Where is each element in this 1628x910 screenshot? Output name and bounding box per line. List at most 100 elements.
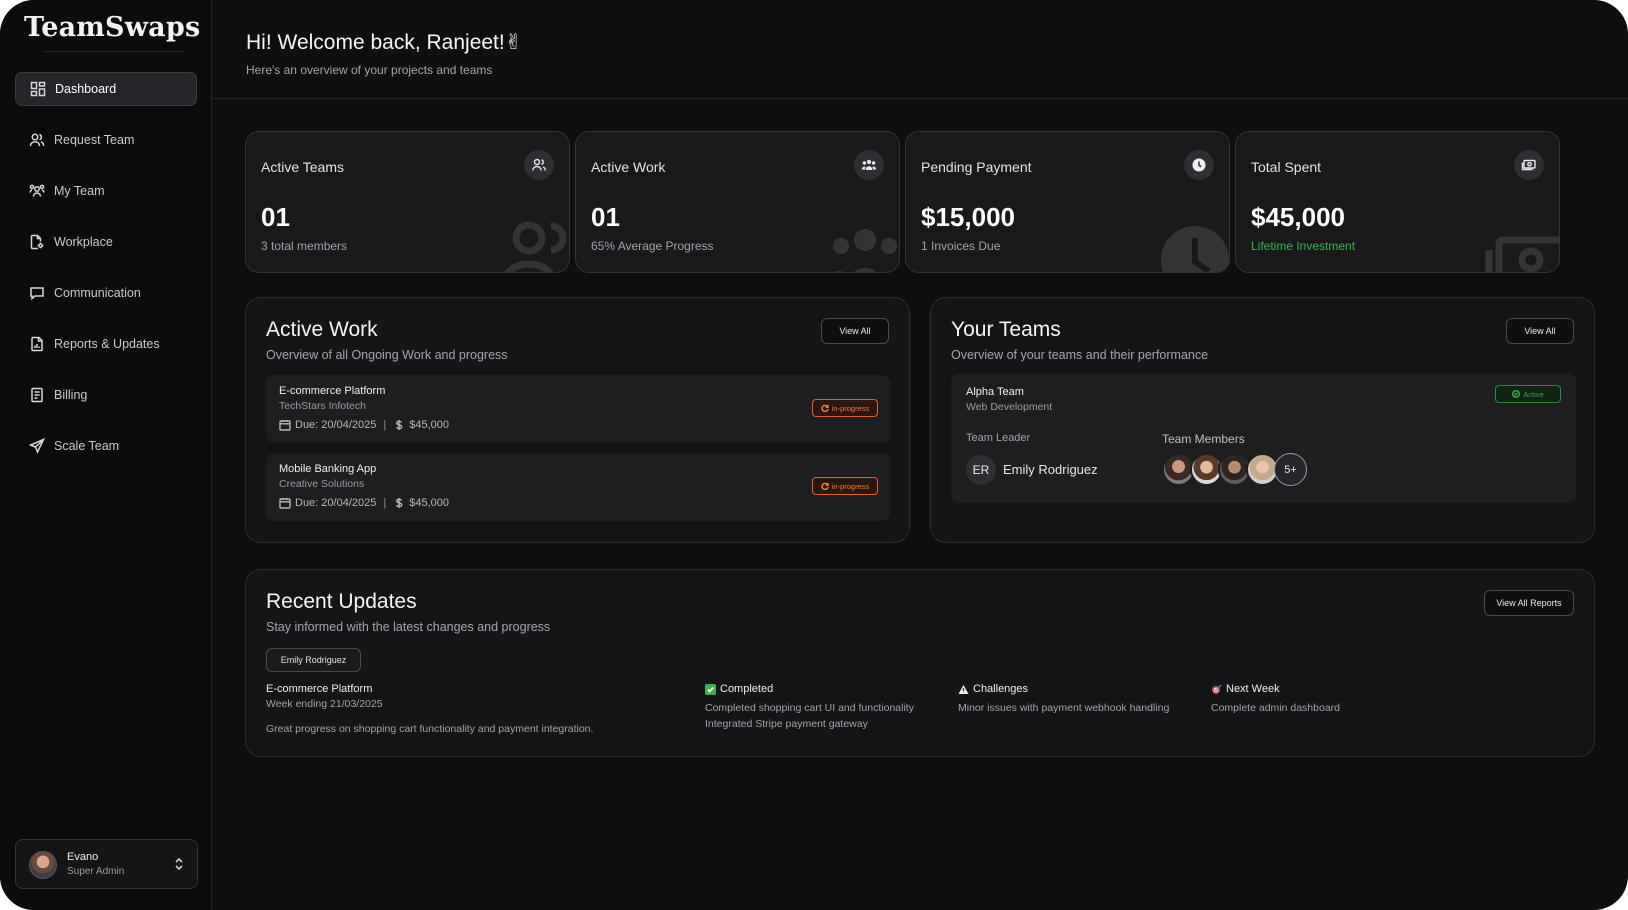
page-title: Hi! Welcome back, Ranjeet!✌ bbox=[246, 31, 523, 54]
divider: | bbox=[383, 497, 387, 509]
brand-logo[interactable]: TeamSwaps bbox=[24, 12, 200, 52]
page-subtitle: Here's an overview of your projects and … bbox=[246, 63, 493, 77]
stat-subtext: 1 Invoices Due bbox=[921, 239, 1001, 253]
view-all-button[interactable]: View All bbox=[1506, 318, 1574, 344]
amount: $45,000 bbox=[409, 419, 449, 431]
sidebar-item-label: Dashboard bbox=[55, 82, 117, 96]
view-all-button[interactable]: View All bbox=[821, 318, 889, 344]
due-date: Due: 20/04/2025 bbox=[295, 419, 377, 431]
status-badge: in-progress bbox=[812, 399, 878, 417]
sidebar-item-scale-team[interactable]: Scale Team bbox=[15, 429, 197, 463]
user-switcher[interactable]: Evano Super Admin bbox=[15, 839, 198, 889]
team-members-label: Team Members bbox=[1162, 432, 1245, 446]
sidebar-item-label: Request Team bbox=[54, 133, 135, 147]
page-header: Hi! Welcome back, Ranjeet!✌ Here's an ov… bbox=[212, 0, 1628, 99]
sidebar-item-request-team[interactable]: Request Team bbox=[15, 123, 197, 157]
recent-updates-panel: Recent Updates Stay informed with the la… bbox=[245, 569, 1595, 757]
work-name: E-commerce Platform bbox=[279, 385, 386, 397]
team-leader-name: Emily Rodriguez bbox=[1003, 462, 1098, 477]
sidebar-nav: Dashboard Request Team My Team Workplace bbox=[15, 72, 197, 480]
stat-card-total-spent: Total Spent $45,000 Lifetime Investment bbox=[1235, 131, 1560, 273]
your-teams-panel: Your Teams Overview of your teams and th… bbox=[930, 297, 1595, 543]
status-label: in-progress bbox=[831, 403, 870, 413]
sidebar-item-communication[interactable]: Communication bbox=[15, 276, 197, 310]
sidebar-item-dashboard[interactable]: Dashboard bbox=[15, 72, 197, 106]
update-project: E-commerce Platform bbox=[266, 683, 373, 695]
team-leader-label: Team Leader bbox=[966, 432, 1031, 444]
group-icon bbox=[854, 150, 884, 180]
sidebar-item-reports-updates[interactable]: Reports & Updates bbox=[15, 327, 197, 361]
list-item[interactable]: Mobile Banking App Creative Solutions Du… bbox=[266, 453, 891, 521]
stat-title: Total Spent bbox=[1251, 159, 1322, 175]
stat-value: $15,000 bbox=[921, 202, 1015, 232]
panel-subtitle: Stay informed with the latest changes an… bbox=[266, 620, 551, 634]
target-icon bbox=[1212, 684, 1222, 694]
avatar bbox=[29, 851, 57, 879]
user-name: Evano bbox=[67, 851, 99, 863]
main-content: Hi! Welcome back, Ranjeet!✌ Here's an ov… bbox=[212, 0, 1628, 910]
sidebar-item-label: Workplace bbox=[54, 235, 113, 249]
status-label: in-progress bbox=[831, 481, 870, 491]
list-item[interactable]: E-commerce Platform TechStars Infotech D… bbox=[266, 375, 891, 443]
users-icon bbox=[28, 131, 46, 149]
filter-chip[interactable]: Emily Rodriguez bbox=[266, 648, 361, 672]
check-circle-icon bbox=[1512, 390, 1521, 398]
completed-title: Completed bbox=[720, 683, 774, 695]
money-watermark-icon bbox=[1485, 236, 1559, 272]
challenges-heading: Challenges bbox=[958, 683, 1028, 695]
team-icon bbox=[28, 182, 46, 200]
report-icon bbox=[28, 335, 46, 353]
refresh-icon bbox=[821, 482, 829, 490]
team-name: Alpha Team bbox=[966, 386, 1024, 398]
receipt-icon bbox=[28, 386, 46, 404]
stat-subtext: 65% Average Progress bbox=[591, 239, 714, 253]
stat-value: 01 bbox=[591, 202, 620, 232]
team-card[interactable]: Alpha Team Web Development Active Team L… bbox=[951, 373, 1576, 503]
dashboard-icon bbox=[29, 80, 47, 98]
challenges-title: Challenges bbox=[973, 683, 1029, 695]
panel-subtitle: Overview of your teams and their perform… bbox=[951, 348, 1209, 362]
completed-item: Completed shopping cart UI and functiona… bbox=[705, 702, 914, 714]
sidebar-item-billing[interactable]: Billing bbox=[15, 378, 197, 412]
member-avatars[interactable]: 5+ bbox=[1162, 453, 1322, 487]
calendar-icon bbox=[279, 498, 291, 509]
active-work-panel: Active Work Overview of all Ongoing Work… bbox=[245, 297, 910, 543]
view-all-reports-button[interactable]: View All Reports bbox=[1484, 590, 1574, 616]
stat-subtext: Lifetime Investment bbox=[1251, 239, 1356, 253]
completed-item: Integrated Stripe payment gateway bbox=[705, 718, 868, 730]
work-name: Mobile Banking App bbox=[279, 463, 377, 475]
warning-icon bbox=[958, 684, 969, 694]
app-frame: TeamSwaps Dashboard Request Team My Team bbox=[0, 0, 1628, 910]
amount: $45,000 bbox=[409, 497, 449, 509]
sidebar-item-workplace[interactable]: Workplace bbox=[15, 225, 197, 259]
sidebar-item-my-team[interactable]: My Team bbox=[15, 174, 197, 208]
work-client: TechStars Infotech bbox=[279, 400, 366, 412]
more-members-badge[interactable]: 5+ bbox=[1274, 453, 1307, 486]
completed-heading: Completed bbox=[705, 683, 773, 695]
next-week-title: Next Week bbox=[1226, 683, 1280, 695]
stat-value: $45,000 bbox=[1251, 202, 1345, 232]
clock-icon bbox=[1184, 150, 1214, 180]
stat-title: Pending Payment bbox=[921, 159, 1032, 175]
sidebar-item-label: My Team bbox=[54, 184, 105, 198]
refresh-icon bbox=[821, 404, 829, 412]
stat-title: Active Work bbox=[591, 159, 666, 175]
document-gear-icon bbox=[28, 233, 46, 251]
next-week-item: Complete admin dashboard bbox=[1211, 702, 1340, 714]
due-date: Due: 20/04/2025 bbox=[295, 497, 377, 509]
users-icon bbox=[524, 150, 554, 180]
panel-title: Active Work bbox=[266, 318, 378, 341]
challenge-item: Minor issues with payment webhook handli… bbox=[958, 702, 1170, 714]
user-role: Super Admin bbox=[67, 866, 125, 877]
chevron-up-down-icon[interactable] bbox=[173, 854, 185, 874]
stat-card-active-work: Active Work 01 65% Average Progress bbox=[575, 131, 900, 273]
stat-title: Active Teams bbox=[261, 159, 344, 175]
status-badge: Active bbox=[1495, 385, 1561, 403]
dollar-icon bbox=[396, 420, 403, 430]
stat-subtext: 3 total members bbox=[261, 239, 348, 253]
group-watermark-icon bbox=[833, 229, 897, 272]
brand-divider bbox=[44, 51, 184, 52]
update-week: Week ending 21/03/2025 bbox=[266, 698, 383, 710]
avatar: ER bbox=[966, 455, 996, 485]
panel-title: Your Teams bbox=[951, 318, 1061, 341]
